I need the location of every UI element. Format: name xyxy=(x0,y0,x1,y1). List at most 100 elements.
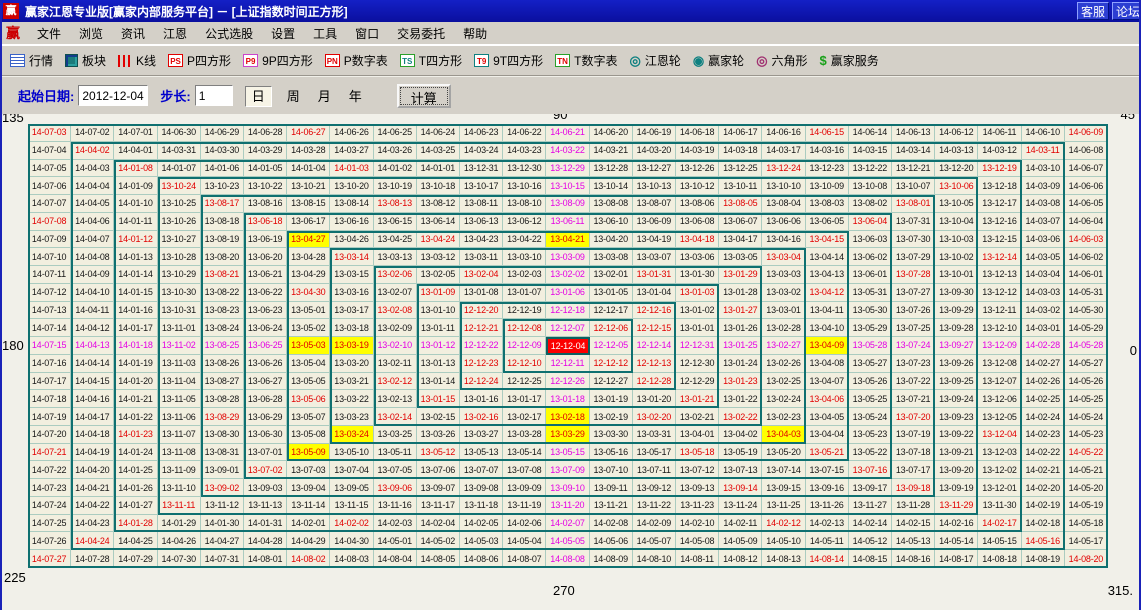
toolbar-t-square-button[interactable]: TST四方形 xyxy=(394,49,468,73)
date-cell: 14-08-11 xyxy=(676,550,719,568)
toolbar-t-number-table-button[interactable]: TNT数字表 xyxy=(549,49,623,73)
date-cell: 14-05-09 xyxy=(719,532,762,550)
date-cell: 13-12-30 xyxy=(503,160,546,178)
unit-year-toggle[interactable]: 年 xyxy=(349,89,362,104)
date-cell: 14-03-12 xyxy=(978,142,1021,160)
date-cell: 13-12-25 xyxy=(719,160,762,178)
menu-item-6[interactable]: 设置 xyxy=(262,25,304,43)
date-cell: 13-02-17 xyxy=(503,408,546,426)
toolbar-p9-square-button[interactable]: P99P四方形 xyxy=(237,49,319,73)
date-cell: 14-05-23 xyxy=(1065,426,1108,444)
date-cell: 13-01-12 xyxy=(417,337,460,355)
date-cell: 13-03-21 xyxy=(330,373,373,391)
date-cell: 13-06-28 xyxy=(244,390,287,408)
toolbar-kline-button[interactable]: K线 xyxy=(112,49,162,73)
toolbar-gann-wheel-button[interactable]: ◎江恩轮 xyxy=(623,49,686,73)
toolbar-p-square-button[interactable]: PSP四方形 xyxy=(162,49,237,73)
date-cell: 13-03-16 xyxy=(330,284,373,302)
date-cell: 14-06-30 xyxy=(158,124,201,142)
toolbar-p-number-table-button[interactable]: PNP数字表 xyxy=(319,49,394,73)
date-cell: 13-03-31 xyxy=(633,426,676,444)
date-cell: 14-03-28 xyxy=(287,142,330,160)
date-cell: 12-12-26 xyxy=(546,373,589,391)
toolbar-hexagon-button[interactable]: ◎六角形 xyxy=(750,49,813,73)
toolbar-sector-blocks-button[interactable]: 板块 xyxy=(59,49,112,73)
date-cell: 14-03-30 xyxy=(201,142,244,160)
menu-item-4[interactable]: 江恩 xyxy=(154,25,196,43)
date-cell: 14-05-19 xyxy=(1065,497,1108,515)
menu-item-9[interactable]: 交易委托 xyxy=(388,25,454,43)
date-cell: 14-04-28 xyxy=(244,532,287,550)
menu-item-2[interactable]: 浏览 xyxy=(70,25,112,43)
date-cell: 14-02-23 xyxy=(1022,426,1065,444)
date-cell: 14-05-12 xyxy=(849,532,892,550)
date-cell: 13-10-23 xyxy=(201,177,244,195)
date-cell: 13-02-12 xyxy=(374,373,417,391)
date-cell: 13-01-19 xyxy=(590,390,633,408)
date-cell: 13-04-02 xyxy=(719,426,762,444)
date-cell: 13-03-04 xyxy=(762,248,805,266)
menu-item-3[interactable]: 资讯 xyxy=(112,25,154,43)
date-cell: 13-11-29 xyxy=(935,497,978,515)
toolbar-item-label: T四方形 xyxy=(419,52,462,69)
date-cell: 14-03-11 xyxy=(1022,142,1065,160)
date-cell: 14-06-15 xyxy=(806,124,849,142)
date-cell: 13-09-19 xyxy=(935,479,978,497)
date-cell: 13-03-23 xyxy=(330,408,373,426)
date-cell: 13-07-14 xyxy=(762,461,805,479)
unit-week-toggle[interactable]: 周 xyxy=(287,89,300,104)
kefu-button[interactable]: 客服 xyxy=(1077,2,1109,20)
date-cell: 13-08-04 xyxy=(762,195,805,213)
date-cell: 13-01-20 xyxy=(633,390,676,408)
start-date-input[interactable] xyxy=(78,85,148,106)
date-cell: 12-12-22 xyxy=(460,337,503,355)
date-cell: 13-10-27 xyxy=(158,231,201,249)
calc-button[interactable]: 计算 xyxy=(397,84,451,108)
date-cell: 14-02-07 xyxy=(546,515,589,533)
step-input[interactable] xyxy=(195,85,233,106)
date-cell: 13-01-03 xyxy=(676,284,719,302)
date-cell: 13-08-15 xyxy=(287,195,330,213)
date-cell: 13-05-16 xyxy=(590,444,633,462)
date-cell: 14-01-10 xyxy=(114,195,157,213)
date-cell: 13-12-24 xyxy=(762,160,805,178)
date-cell: 13-02-24 xyxy=(762,390,805,408)
unit-month-toggle[interactable]: 月 xyxy=(318,89,331,104)
date-cell: 12-12-30 xyxy=(676,355,719,373)
toolbar-quote-table-button[interactable]: 行情 xyxy=(4,49,59,73)
menu-item-1[interactable]: 文件 xyxy=(28,25,70,43)
date-cell: 13-06-26 xyxy=(244,355,287,373)
date-cell: 13-08-06 xyxy=(676,195,719,213)
date-cell: 14-05-20 xyxy=(1065,479,1108,497)
date-cell: 13-12-03 xyxy=(978,444,1021,462)
date-cell: 14-07-08 xyxy=(28,213,71,231)
date-cell: 14-04-15 xyxy=(71,373,114,391)
date-cell: 14-01-04 xyxy=(287,160,330,178)
date-cell: 13-10-07 xyxy=(892,177,935,195)
date-cell: 14-07-14 xyxy=(28,319,71,337)
toolbar-winner-wheel-button[interactable]: ◉赢家轮 xyxy=(687,49,750,73)
date-cell: 14-02-22 xyxy=(1022,444,1065,462)
unit-day-toggle[interactable]: 日 xyxy=(245,86,272,107)
menu-item-8[interactable]: 窗口 xyxy=(346,25,388,43)
date-cell: 14-07-20 xyxy=(28,426,71,444)
menu-item-10[interactable]: 帮助 xyxy=(454,25,496,43)
luntan-button[interactable]: 论坛 xyxy=(1112,2,1141,20)
date-cell: 13-08-08 xyxy=(590,195,633,213)
menu-item-5[interactable]: 公式选股 xyxy=(196,25,262,43)
date-cell: 13-09-18 xyxy=(892,479,935,497)
date-cell: 14-03-03 xyxy=(1022,284,1065,302)
date-cell: 14-08-16 xyxy=(892,550,935,568)
date-cell: 13-04-03 xyxy=(762,426,805,444)
date-cell: 14-06-23 xyxy=(460,124,503,142)
date-cell: 12-12-21 xyxy=(460,319,503,337)
date-cell: 13-11-20 xyxy=(546,497,589,515)
toolbar-service-dollar-button[interactable]: $赢家服务 xyxy=(814,49,885,73)
date-cell: 13-01-13 xyxy=(417,355,460,373)
date-cell: 14-07-06 xyxy=(28,177,71,195)
menu-item-7[interactable]: 工具 xyxy=(304,25,346,43)
date-cell: 13-06-07 xyxy=(719,213,762,231)
date-cell: 13-08-20 xyxy=(201,248,244,266)
toolbar-t9-square-button[interactable]: T99T四方形 xyxy=(468,49,549,73)
date-cell: 13-05-04 xyxy=(287,355,330,373)
